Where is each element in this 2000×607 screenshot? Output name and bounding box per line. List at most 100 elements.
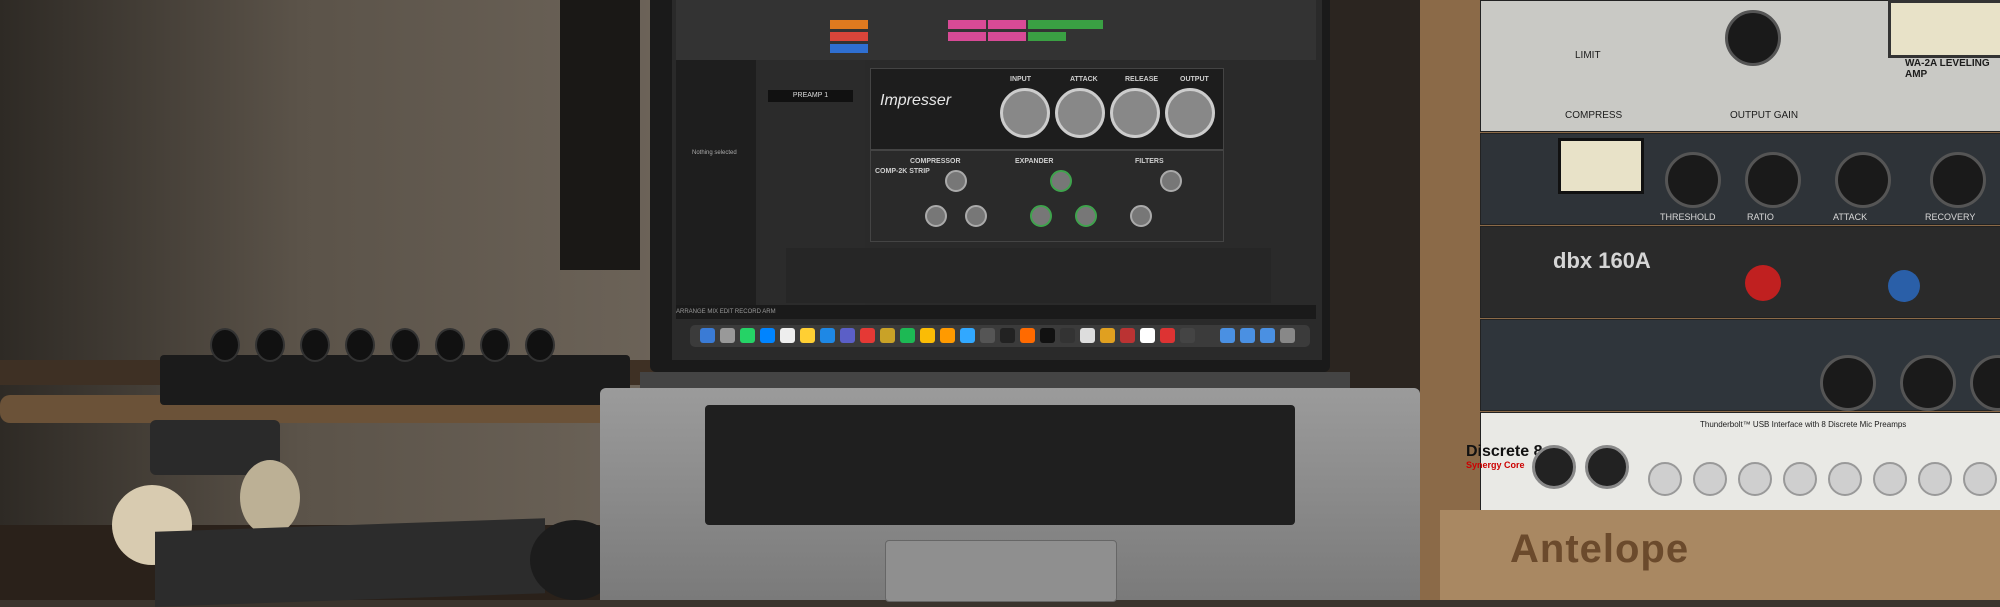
release-knob[interactable]	[1110, 88, 1160, 138]
ratio-knob	[1745, 152, 1801, 208]
ratio-label: RATIO	[1747, 212, 1774, 222]
app-icon[interactable]	[1160, 328, 1175, 343]
photoshop-icon[interactable]	[960, 328, 975, 343]
dbx-logo: dbx 160A	[1553, 248, 1651, 273]
expander-ratio-knob[interactable]	[1030, 205, 1052, 227]
app-icon[interactable]	[1180, 328, 1195, 343]
clip[interactable]	[830, 44, 868, 53]
attack-label: ATTACK	[1070, 76, 1098, 83]
limit-label: LIMIT	[1575, 50, 1601, 61]
edit-tab[interactable]: EDIT	[720, 309, 734, 315]
app-icon[interactable]	[1000, 328, 1015, 343]
wa2a-label: WA-2A LEVELING AMP	[1905, 58, 1990, 80]
app-icon[interactable]	[1140, 328, 1155, 343]
ableton-live-icon[interactable]	[1040, 328, 1055, 343]
chrome-icon[interactable]	[920, 328, 935, 343]
preamp-knob	[1820, 355, 1876, 411]
clip[interactable]	[1065, 20, 1103, 29]
filter-knob[interactable]	[1160, 170, 1182, 192]
folder-icon[interactable]	[1240, 328, 1255, 343]
preamp-label: PREAMP 1	[768, 90, 853, 102]
app-icon[interactable]	[1120, 328, 1135, 343]
notes-icon[interactable]	[800, 328, 815, 343]
illustrator-icon[interactable]	[940, 328, 955, 343]
discrete-logo: Discrete 8	[1466, 443, 1543, 460]
book	[155, 518, 545, 607]
threshold-knob[interactable]	[945, 170, 967, 192]
input-knob[interactable]	[1000, 88, 1050, 138]
expander-release-knob[interactable]	[1075, 205, 1097, 227]
messenger-icon[interactable]	[760, 328, 775, 343]
threshold-label: THRESHOLD	[1660, 212, 1716, 222]
clip-launcher	[676, 0, 1316, 60]
app-icon[interactable]	[1060, 328, 1075, 343]
recovery-label: RECOVERY	[1925, 212, 1976, 222]
gain-knob	[1783, 462, 1817, 496]
app-icon[interactable]	[980, 328, 995, 343]
antelope-logo: Antelope	[1510, 527, 1690, 571]
arrange-tab[interactable]: ARRANGE	[676, 309, 706, 315]
controller-knob	[480, 328, 510, 362]
laptop-keyboard	[705, 405, 1295, 525]
xlr-input	[1532, 445, 1576, 489]
vu-meter	[1888, 0, 2000, 58]
compressor-label: COMPRESSOR	[910, 158, 961, 165]
impresser-logo: Impresser	[880, 92, 952, 109]
piano-icon[interactable]	[1080, 328, 1095, 343]
output-label: OUTPUT	[1180, 76, 1209, 83]
release-knob[interactable]	[965, 205, 987, 227]
output-knob[interactable]	[1165, 88, 1215, 138]
clip[interactable]	[1028, 20, 1066, 29]
gain-knob	[1828, 462, 1862, 496]
trash-icon[interactable]	[1280, 328, 1295, 343]
input-label: INPUT	[1010, 76, 1031, 83]
record-arm[interactable]: RECORD ARM	[735, 309, 776, 315]
calendar-icon[interactable]	[780, 328, 795, 343]
clip[interactable]	[948, 20, 986, 29]
threshold-knob	[1665, 152, 1721, 208]
red-knob	[1745, 265, 1781, 301]
clip[interactable]	[1028, 32, 1066, 41]
preamp-knob	[1900, 355, 1956, 411]
filter-knob[interactable]	[1130, 205, 1152, 227]
bitwig-icon[interactable]	[1020, 328, 1035, 343]
clip[interactable]	[988, 32, 1026, 41]
folder-icon[interactable]	[1220, 328, 1235, 343]
app-icon[interactable]	[880, 328, 895, 343]
whatsapp-icon[interactable]	[740, 328, 755, 343]
expander-knob[interactable]	[1050, 170, 1072, 192]
output-gain-label: OUTPUT GAIN	[1730, 110, 1799, 121]
midi-controller	[160, 355, 630, 405]
controller-knob	[345, 328, 375, 362]
expander-label: EXPANDER	[1015, 158, 1054, 165]
acoustic-panel	[560, 0, 640, 270]
teams-icon[interactable]	[840, 328, 855, 343]
clip[interactable]	[948, 32, 986, 41]
gain-knob	[1738, 462, 1772, 496]
spotify-icon[interactable]	[900, 328, 915, 343]
clip[interactable]	[830, 20, 868, 29]
attack-knob[interactable]	[1055, 88, 1105, 138]
clip[interactable]	[830, 32, 868, 41]
app-icon[interactable]	[1100, 328, 1115, 343]
gain-knob	[1963, 462, 1997, 496]
gain-knob	[1873, 462, 1907, 496]
ratio-knob[interactable]	[925, 205, 947, 227]
laptop-trackpad	[885, 540, 1117, 602]
finder-icon[interactable]	[700, 328, 715, 343]
mix-tab[interactable]: MIX	[707, 309, 718, 315]
photos-icon[interactable]	[860, 328, 875, 343]
launchpad-icon[interactable]	[720, 328, 735, 343]
synergy-core-label: Synergy Core	[1466, 460, 1525, 470]
controller-knob	[210, 328, 240, 362]
filters-label: FILTERS	[1135, 158, 1164, 165]
gain-knob	[1725, 10, 1781, 66]
tasks-icon[interactable]	[820, 328, 835, 343]
controller-knob	[390, 328, 420, 362]
folder-icon[interactable]	[1260, 328, 1275, 343]
inspector-status: Nothing selected	[692, 150, 737, 156]
analog-meter	[1558, 138, 1644, 194]
clip[interactable]	[988, 20, 1026, 29]
recovery-knob	[1930, 152, 1986, 208]
device-chain	[786, 248, 1271, 303]
